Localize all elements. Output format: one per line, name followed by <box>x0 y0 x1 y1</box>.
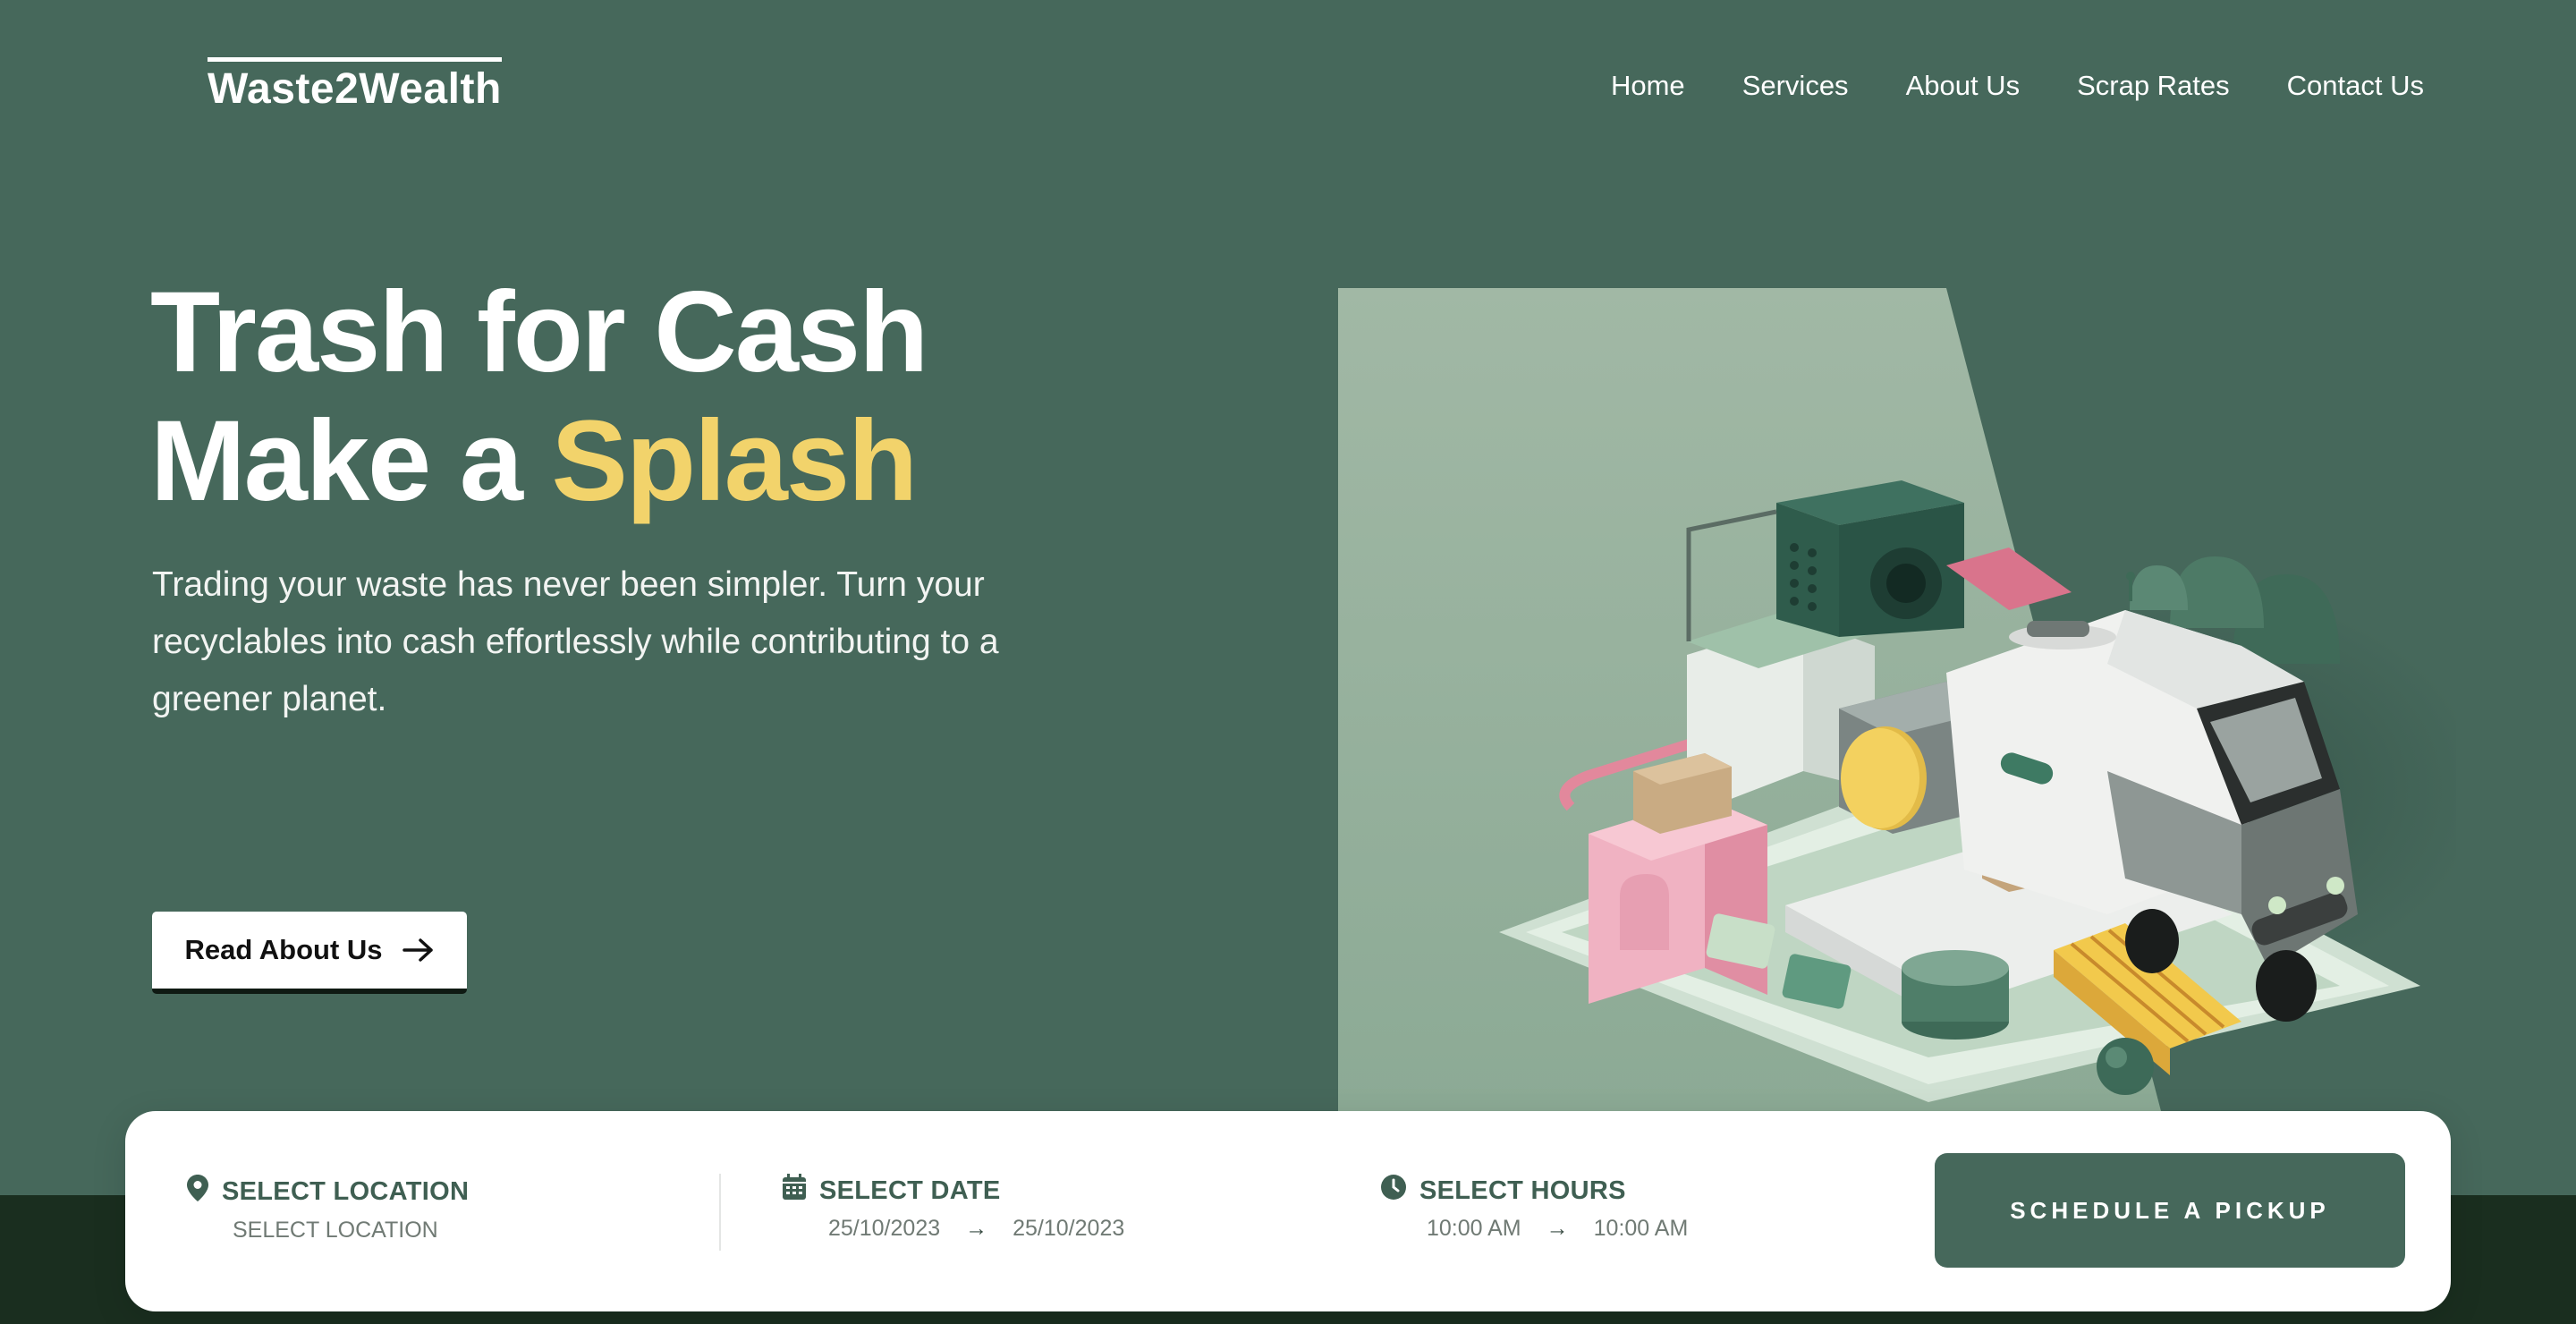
date-field[interactable]: SELECT DATE 25/10/2023 → 25/10/2023 <box>782 1174 1124 1242</box>
hours-from: 10:00 AM <box>1427 1216 1521 1241</box>
location-value: SELECT LOCATION <box>233 1218 438 1243</box>
field-divider <box>719 1174 721 1251</box>
location-label: SELECT LOCATION <box>222 1177 470 1206</box>
date-to: 25/10/2023 <box>1013 1216 1125 1241</box>
hero-description: Trading your waste has never been simple… <box>152 565 999 718</box>
nav-services[interactable]: Services <box>1742 68 1849 104</box>
nav-scrap-rates[interactable]: Scrap Rates <box>2077 68 2230 104</box>
arrow-right-icon <box>402 938 435 963</box>
map-pin-icon <box>186 1174 209 1209</box>
date-arrow-icon: → <box>965 1216 988 1241</box>
hours-field[interactable]: SELECT HOURS 10:00 AM → 10:00 AM <box>1380 1174 1688 1242</box>
main-nav: Home Services About Us Scrap Rates Conta… <box>1611 68 2424 104</box>
logo[interactable]: Waste2Wealth <box>208 57 502 114</box>
hero-title-line2-prefix: Make a <box>150 397 552 525</box>
calendar-icon <box>782 1174 807 1208</box>
hero-title-accent: Splash <box>551 397 919 525</box>
schedule-pickup-button[interactable]: SCHEDULE A PICKUP <box>1935 1153 2405 1268</box>
read-about-us-label: Read About Us <box>184 934 383 965</box>
location-field[interactable]: SELECT LOCATION SELECT LOCATION <box>186 1174 469 1243</box>
nav-contact-us[interactable]: Contact Us <box>2287 68 2424 104</box>
hours-label: SELECT HOURS <box>1419 1176 1626 1205</box>
date-from: 25/10/2023 <box>828 1216 941 1241</box>
clock-icon <box>1380 1174 1407 1208</box>
nav-about-us[interactable]: About Us <box>1906 68 2021 104</box>
hero-illustration <box>1338 288 2456 1111</box>
pickup-booking-bar: SELECT LOCATION SELECT LOCATION SELECT D… <box>125 1111 2451 1311</box>
hero-title: Trash for Cash Make a Splash <box>150 268 928 526</box>
hero-title-line1: Trash for Cash <box>150 268 928 396</box>
read-about-us-button[interactable]: Read About Us <box>152 912 467 994</box>
date-label: SELECT DATE <box>819 1176 1001 1205</box>
hours-to: 10:00 AM <box>1593 1216 1689 1241</box>
hours-arrow-icon: → <box>1546 1216 1569 1241</box>
nav-home[interactable]: Home <box>1611 68 1685 104</box>
